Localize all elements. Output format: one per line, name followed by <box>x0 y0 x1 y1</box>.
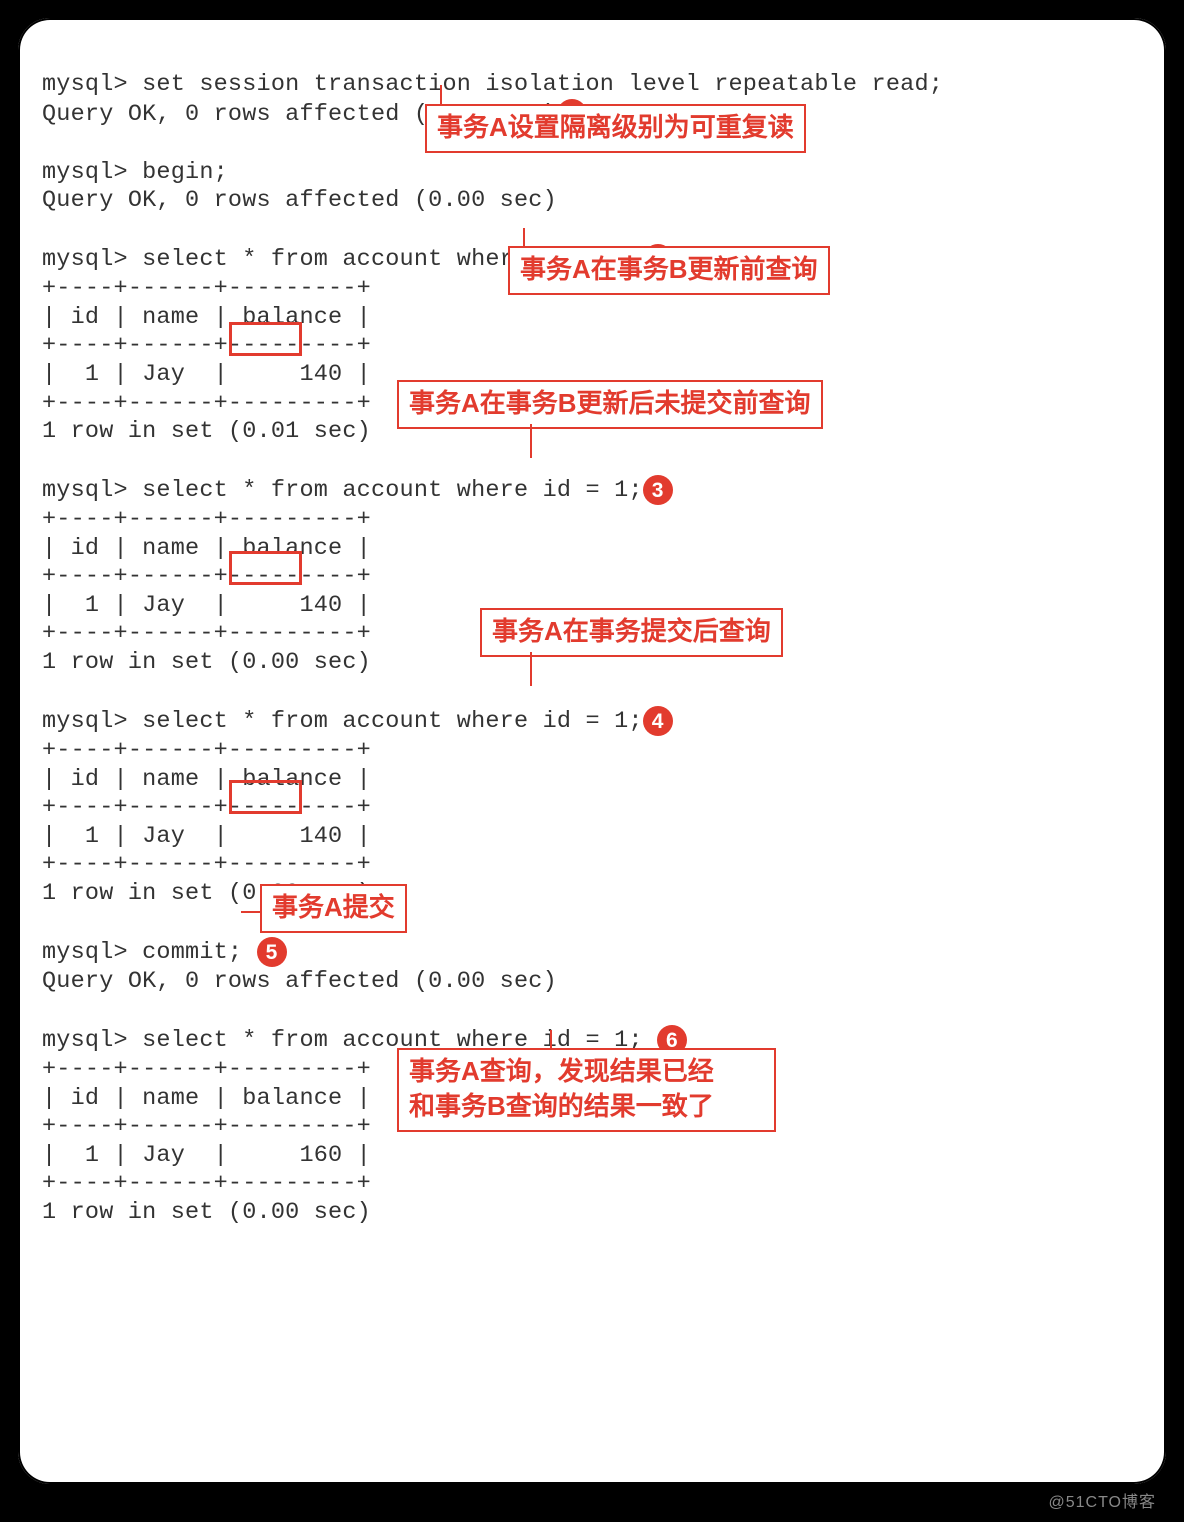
term-line: mysql> set session transaction isolation… <box>42 71 943 98</box>
term-line: mysql> commit; <box>42 939 257 966</box>
term-line: Query OK, 0 rows affected (0.00 sec) <box>42 187 557 214</box>
term-line: | id | name | balance | <box>42 1085 371 1112</box>
term-line: mysql> select * from account where id = … <box>42 708 643 735</box>
annotation-6-line1: 事务A查询，发现结果已经 <box>409 1056 714 1086</box>
badge-4: 4 <box>643 706 673 736</box>
term-line: +----+------+---------+ <box>42 1170 371 1197</box>
highlight-balance-1 <box>229 322 302 356</box>
term-line: +----+------+---------+ <box>42 620 371 647</box>
term-line: 1 row in set (0.00 sec) <box>42 649 371 676</box>
annotation-6: 事务A查询，发现结果已经 和事务B查询的结果一致了 <box>397 1048 776 1132</box>
annotation-2: 事务A在事务B更新前查询 <box>508 246 830 295</box>
term-line: +----+------+---------+ <box>42 851 371 878</box>
term-line: +----+------+---------+ <box>42 275 371 302</box>
highlight-balance-2 <box>229 551 302 585</box>
term-line: | 1 | Jay | 140 | <box>42 823 371 850</box>
terminal-window: mysql> set session transaction isolation… <box>18 18 1166 1484</box>
term-line: 1 row in set (0.01 sec) <box>42 418 371 445</box>
term-line: | 1 | Jay | 140 | <box>42 592 371 619</box>
term-line: mysql> begin; <box>42 159 228 186</box>
annotation-5: 事务A提交 <box>260 884 407 933</box>
term-line: +----+------+---------+ <box>42 390 371 417</box>
term-line: +----+------+---------+ <box>42 1056 371 1083</box>
term-line: 1 row in set (0.00 sec) <box>42 1199 371 1226</box>
screenshot-root: mysql> set session transaction isolation… <box>0 0 1184 1522</box>
term-line: | id | name | balance | <box>42 766 371 793</box>
watermark: @51CTO博客 <box>1048 1488 1156 1512</box>
term-line: | id | name | balance | <box>42 304 371 331</box>
annotation-6-line2: 和事务B查询的结果一致了 <box>409 1091 714 1121</box>
term-line: mysql> select * from account where id = … <box>42 478 643 505</box>
highlight-balance-3 <box>229 780 302 814</box>
term-line: +----+------+---------+ <box>42 737 371 764</box>
annotation-1: 事务A设置隔离级别为可重复读 <box>425 104 806 153</box>
annotation-3: 事务A在事务B更新后未提交前查询 <box>397 380 823 429</box>
badge-5: 5 <box>257 937 287 967</box>
badge-3: 3 <box>643 475 673 505</box>
term-line: +----+------+---------+ <box>42 332 371 359</box>
term-line: +----+------+---------+ <box>42 1113 371 1140</box>
term-line: | 1 | Jay | 160 | <box>42 1142 371 1169</box>
term-line: | 1 | Jay | 140 | <box>42 361 371 388</box>
term-line: +----+------+---------+ <box>42 794 371 821</box>
connector-3 <box>530 424 532 458</box>
term-line: | id | name | balance | <box>42 535 371 562</box>
annotation-4: 事务A在事务提交后查询 <box>480 608 783 657</box>
term-line: +----+------+---------+ <box>42 506 371 533</box>
term-line: Query OK, 0 rows affected (0.00 sec) <box>42 968 557 995</box>
term-line: +----+------+---------+ <box>42 563 371 590</box>
connector-4 <box>530 652 532 686</box>
